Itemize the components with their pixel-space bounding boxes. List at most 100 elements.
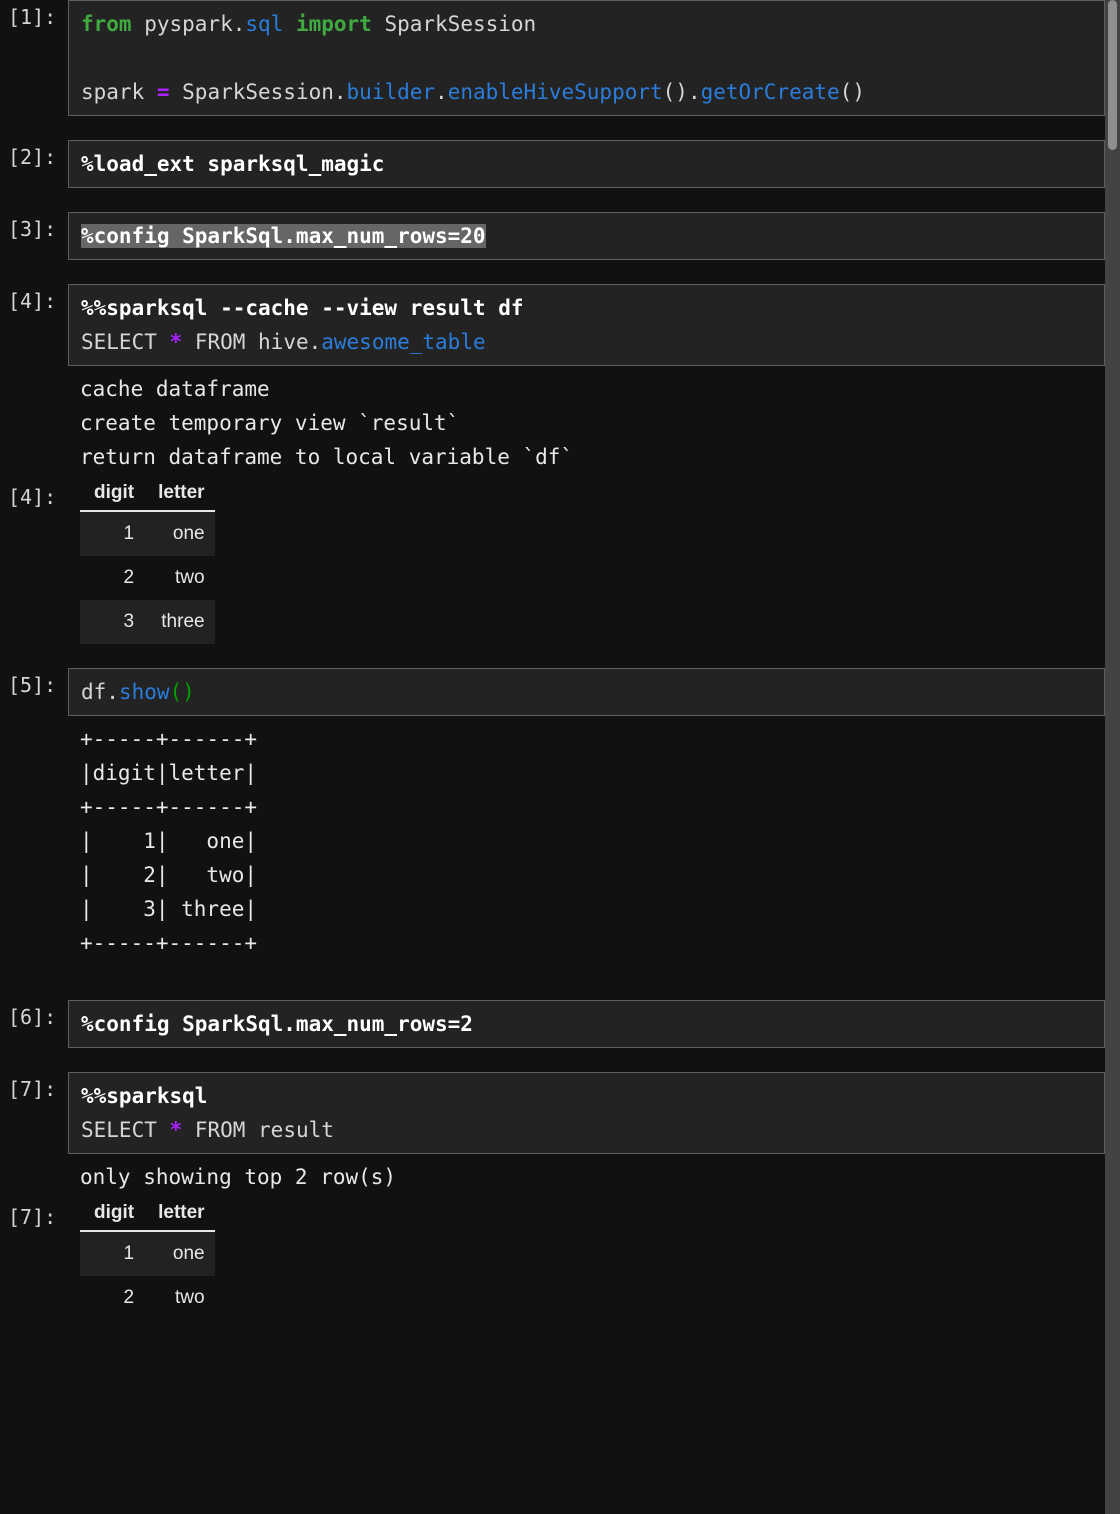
code-line: %%sparksql --cache --view result df: [81, 291, 1094, 325]
table-head: digit letter: [80, 1200, 215, 1232]
code-editor-3[interactable]: %config SparkSql.max_num_rows=20: [68, 212, 1105, 260]
code-text: SparkSession.: [169, 80, 347, 104]
column-header-digit: digit: [80, 480, 145, 512]
code-line: SELECT * FROM result: [81, 1113, 1094, 1147]
output-prompt-spacer: [0, 366, 68, 400]
code-editor-1[interactable]: from pyspark.sql import SparkSession spa…: [68, 0, 1105, 116]
dataframe-table-4: digit letter 1 one 2 two 3 three: [80, 480, 215, 644]
vertical-scrollbar[interactable]: [1105, 0, 1120, 1514]
cell-digit: 2: [123, 567, 135, 588]
cell-letter: one: [172, 1243, 205, 1264]
sql-star: *: [169, 330, 183, 354]
code-text: SparkSession: [371, 12, 537, 36]
output-line: +-----+------+: [80, 795, 258, 819]
input-prompt-5: [5]:: [8, 673, 57, 697]
dataframe-wrapper-7: digit letter 1 one 2 two: [68, 1200, 215, 1320]
code-text: pyspark.: [131, 12, 246, 36]
output-line: only showing top 2 row(s): [80, 1165, 397, 1189]
cell-gap: [0, 260, 1105, 284]
output-line: | 2| two|: [80, 863, 258, 887]
sql-select: SELECT: [81, 330, 170, 354]
code-text: spark: [81, 80, 157, 104]
output-line: |digit|letter|: [80, 761, 258, 785]
table-body: 1 one 2 two 3 three: [80, 511, 215, 644]
notebook-cell-3[interactable]: [3]: %config SparkSql.max_num_rows=20: [0, 212, 1105, 260]
method-show: show: [118, 680, 170, 704]
cell-gap: [0, 644, 1105, 668]
code-editor-6[interactable]: %config SparkSql.max_num_rows=2: [68, 1000, 1105, 1048]
output-line: | 1| one|: [80, 829, 258, 853]
table-row: 1 one: [80, 1231, 215, 1276]
sql-from: FROM hive.: [182, 330, 322, 354]
code-editor-5[interactable]: df.show(): [68, 668, 1105, 716]
code-dot: .: [687, 80, 701, 104]
cell-7-stdout: only showing top 2 row(s): [0, 1154, 1105, 1200]
cell-7-result: [7]: digit letter 1 one 2 two: [0, 1200, 1105, 1320]
code-line: %config SparkSql.max_num_rows=20: [81, 219, 1094, 253]
code-editor-7[interactable]: %%sparksql SELECT * FROM result: [68, 1072, 1105, 1154]
cell-gap: [0, 116, 1105, 140]
notebook-scroll-container[interactable]: [1]: from pyspark.sql import SparkSessio…: [0, 0, 1105, 1514]
input-prompt-6: [6]:: [8, 1005, 57, 1029]
code-line: %%sparksql: [81, 1079, 1094, 1113]
output-line: cache dataframe: [80, 377, 270, 401]
output-prompt-spacer: [0, 1154, 68, 1188]
input-prompt-4: [4]:: [8, 289, 57, 313]
code-dot: .: [435, 80, 448, 104]
table-body: 1 one 2 two: [80, 1231, 215, 1320]
code-editor-2[interactable]: %load_ext sparksql_magic: [68, 140, 1105, 188]
notebook-cell-4[interactable]: [4]: %%sparksql --cache --view result df…: [0, 284, 1105, 366]
output-prompt-spacer: [0, 716, 68, 750]
attr-getorcreate: getOrCreate: [700, 80, 840, 104]
notebook-cell-6[interactable]: [6]: %config SparkSql.max_num_rows=2: [0, 1000, 1105, 1048]
output-line: | 3| three|: [80, 897, 258, 921]
table-row: 2 two: [80, 1276, 215, 1320]
call-parens: (): [169, 680, 195, 704]
notebook-cell-1[interactable]: [1]: from pyspark.sql import SparkSessio…: [0, 0, 1105, 116]
scrollbar-thumb[interactable]: [1108, 0, 1117, 150]
table-head: digit letter: [80, 480, 215, 512]
table-header-row: digit letter: [80, 1200, 215, 1232]
output-line: create temporary view `result`: [80, 411, 460, 435]
input-prompt-3: [3]:: [8, 217, 57, 241]
sql-from: FROM result: [182, 1118, 334, 1142]
magic-sparksql: %%sparksql --cache --view result df: [81, 296, 524, 320]
table-row: 1 one: [80, 511, 215, 556]
code-parens: (): [839, 80, 865, 104]
cell-digit: 2: [123, 1287, 135, 1308]
table-row: 2 two: [80, 556, 215, 600]
sql-star: *: [169, 1118, 183, 1142]
output-line: +-----+------+: [80, 727, 258, 751]
operator-equals: =: [156, 80, 170, 104]
dataframe-wrapper-4: digit letter 1 one 2 two 3 three: [68, 480, 215, 644]
cell-gap: [0, 1048, 1105, 1072]
column-header-letter: letter: [144, 1200, 215, 1232]
keyword-from: from: [81, 12, 132, 36]
code-line: %config SparkSql.max_num_rows=2: [81, 1007, 1094, 1041]
notebook-cell-7[interactable]: [7]: %%sparksql SELECT * FROM result: [0, 1072, 1105, 1154]
code-line: %load_ext sparksql_magic: [81, 147, 1094, 181]
cell-digit: 1: [123, 1243, 135, 1264]
cell-letter: two: [175, 1287, 205, 1308]
code-line: df.show(): [81, 675, 1094, 709]
notebook-cell-2[interactable]: [2]: %load_ext sparksql_magic: [0, 140, 1105, 188]
cell-4-stdout: cache dataframe create temporary view `r…: [0, 366, 1105, 480]
notebook-cell-5[interactable]: [5]: df.show(): [0, 668, 1105, 716]
magic-load-ext: %load_ext sparksql_magic: [81, 152, 385, 176]
code-line: spark = SparkSession.builder.enableHiveS…: [81, 75, 1094, 109]
code-parens: (): [662, 80, 688, 104]
input-prompt-1: [1]:: [8, 5, 57, 29]
sql-table-name: awesome_table: [321, 330, 486, 354]
cell-5-stdout: +-----+------+ |digit|letter| +-----+---…: [0, 716, 1105, 966]
variable-df: df.: [81, 680, 119, 704]
input-prompt-2: [2]:: [8, 145, 57, 169]
stdout-area-4: cache dataframe create temporary view `r…: [68, 366, 1105, 480]
output-prompt-4: [4]:: [8, 485, 57, 509]
stdout-area-7: only showing top 2 row(s): [68, 1154, 1105, 1200]
cell-digit: 3: [123, 611, 135, 632]
output-line: return dataframe to local variable `df`: [80, 445, 574, 469]
code-editor-4[interactable]: %%sparksql --cache --view result df SELE…: [68, 284, 1105, 366]
magic-sparksql: %%sparksql: [81, 1084, 208, 1108]
cell-digit: 1: [123, 523, 135, 544]
